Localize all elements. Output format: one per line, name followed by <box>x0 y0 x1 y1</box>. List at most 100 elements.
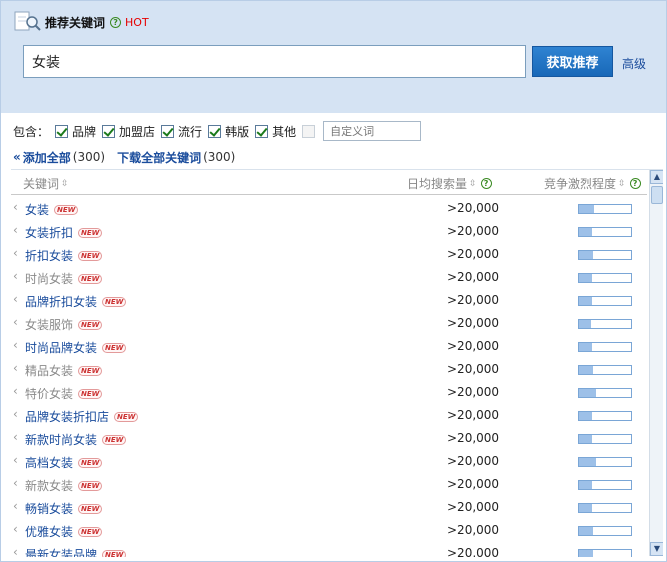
keyword-text[interactable]: 时尚品牌女装 <box>25 339 97 356</box>
chevron-left-icon[interactable]: ‹ <box>13 384 18 398</box>
keyword-search-icon <box>13 11 43 33</box>
chevron-left-icon[interactable]: ‹ <box>13 269 18 283</box>
competition-bar-fill <box>579 297 592 305</box>
chevron-left-icon[interactable]: ‹ <box>13 223 18 237</box>
table-row[interactable]: ‹ 时尚女装 NEW >20,000 <box>11 265 647 288</box>
competition-bar-fill <box>579 228 592 236</box>
keyword-cell: 时尚品牌女装 NEW <box>25 339 127 356</box>
keyword-text[interactable]: 精品女装 <box>25 362 73 379</box>
chevron-left-icon[interactable]: ‹ <box>13 407 18 421</box>
filter-option-label: 加盟店 <box>119 124 156 139</box>
scroll-up-icon[interactable]: ▲ <box>650 170 663 184</box>
help-icon[interactable]: ? <box>110 16 122 28</box>
column-daily-volume[interactable]: 日均搜索量 ⇳ ? <box>407 175 492 192</box>
table-row[interactable]: ‹ 畅销女装 NEW >20,000 <box>11 495 647 518</box>
custom-word-input[interactable] <box>323 121 422 141</box>
daily-volume-value: >20,000 <box>447 316 500 330</box>
keyword-text[interactable]: 新款时尚女装 <box>25 431 97 448</box>
filter-brand-checkbox[interactable]: 品牌 <box>55 123 96 140</box>
daily-volume-value: >20,000 <box>447 500 500 514</box>
keyword-text[interactable]: 女装服饰 <box>25 316 73 333</box>
chevron-left-icon[interactable]: ‹ <box>13 499 18 513</box>
chevron-left-icon[interactable]: ‹ <box>13 315 18 329</box>
keyword-cell: 女装折扣 NEW <box>25 224 103 241</box>
custom-word-checkbox[interactable] <box>302 124 316 138</box>
vertical-scrollbar[interactable]: ▲ ▼ <box>649 170 663 556</box>
table-row[interactable]: ‹ 时尚品牌女装 NEW >20,000 <box>11 334 647 357</box>
download-all-count: (300) <box>203 150 236 164</box>
table-row[interactable]: ‹ 精品女装 NEW >20,000 <box>11 357 647 380</box>
table-row[interactable]: ‹ 新款时尚女装 NEW >20,000 <box>11 426 647 449</box>
keyword-text[interactable]: 优雅女装 <box>25 523 73 540</box>
filter-trend-checkbox[interactable]: 流行 <box>161 123 202 140</box>
competition-bar <box>578 204 632 214</box>
add-all-link[interactable]: 添加全部 <box>23 149 71 166</box>
keyword-text[interactable]: 时尚女装 <box>25 270 73 287</box>
competition-bar <box>578 526 632 536</box>
chevron-left-icon[interactable]: ‹ <box>13 292 18 306</box>
new-badge: NEW <box>78 227 103 238</box>
chevron-left-icon[interactable]: ‹ <box>13 246 18 260</box>
keyword-text[interactable]: 畅销女装 <box>25 500 73 517</box>
chevron-left-icon[interactable]: ‹ <box>13 522 18 536</box>
panel-title: 推荐关键词 ? HOT <box>13 11 149 33</box>
keyword-text[interactable]: 特价女装 <box>25 385 73 402</box>
new-badge: NEW <box>102 434 127 445</box>
help-icon[interactable]: ? <box>629 178 641 189</box>
download-all-link[interactable]: 下载全部关键词 <box>117 149 201 166</box>
chevron-left-icon[interactable]: ‹ <box>13 476 18 490</box>
filter-other-checkbox[interactable]: 其他 <box>255 123 296 140</box>
table-body: ‹ 女装 NEW >20,000 ‹ 女装折扣 NEW >20,000 ‹ 折扣女装 NEW >20,… <box>11 196 647 557</box>
keyword-text[interactable]: 女装 <box>25 201 49 218</box>
table-row[interactable]: ‹ 女装折扣 NEW >20,000 <box>11 219 647 242</box>
chevron-left-icon[interactable]: ‹ <box>13 430 18 444</box>
table-row[interactable]: ‹ 最新女装品牌 NEW >20,000 <box>11 541 647 557</box>
table-row[interactable]: ‹ 高档女装 NEW >20,000 <box>11 449 647 472</box>
keyword-text[interactable]: 新款女装 <box>25 477 73 494</box>
keyword-search-input[interactable] <box>23 45 526 78</box>
chevron-left-icon[interactable]: ‹ <box>13 453 18 467</box>
new-badge: NEW <box>54 204 79 215</box>
column-competition[interactable]: 竞争激烈程度 ⇳ ? <box>544 175 641 192</box>
chevron-left-icon[interactable]: ‹ <box>13 338 18 352</box>
bulk-actions: « 添加全部 (300) 下载全部关键词 (300) <box>13 149 235 165</box>
new-badge: NEW <box>78 480 103 491</box>
advanced-link[interactable]: 高级 <box>622 55 646 72</box>
chevron-left-icon[interactable]: ‹ <box>13 545 18 557</box>
table-row[interactable]: ‹ 女装 NEW >20,000 <box>11 196 647 219</box>
table-row[interactable]: ‹ 女装服饰 NEW >20,000 <box>11 311 647 334</box>
daily-volume-value: >20,000 <box>447 270 500 284</box>
keyword-table: 关键词 ⇳ 日均搜索量 ⇳ ? 竞争激烈程度 ⇳ ? ‹ 女装 NEW >20,000… <box>11 169 663 557</box>
filter-franchise-checkbox[interactable]: 加盟店 <box>102 123 155 140</box>
table-row[interactable]: ‹ 折扣女装 NEW >20,000 <box>11 242 647 265</box>
checkbox-checked-icon <box>208 124 222 138</box>
table-row[interactable]: ‹ 品牌折扣女装 NEW >20,000 <box>11 288 647 311</box>
chevron-left-icon[interactable]: ‹ <box>13 200 18 214</box>
keyword-text[interactable]: 折扣女装 <box>25 247 73 264</box>
keyword-cell: 精品女装 NEW <box>25 362 103 379</box>
get-recommendations-button[interactable]: 获取推荐 <box>532 46 613 77</box>
table-row[interactable]: ‹ 新款女装 NEW >20,000 <box>11 472 647 495</box>
filter-korean-checkbox[interactable]: 韩版 <box>208 123 249 140</box>
column-keyword[interactable]: 关键词 ⇳ <box>23 175 69 192</box>
keyword-text[interactable]: 品牌女装折扣店 <box>25 408 109 425</box>
table-row[interactable]: ‹ 优雅女装 NEW >20,000 <box>11 518 647 541</box>
scroll-thumb[interactable] <box>651 186 663 204</box>
scroll-down-icon[interactable]: ▼ <box>650 542 663 556</box>
table-row[interactable]: ‹ 特价女装 NEW >20,000 <box>11 380 647 403</box>
keyword-text[interactable]: 最新女装品牌 <box>25 546 97 557</box>
competition-bar <box>578 434 632 444</box>
keyword-text[interactable]: 高档女装 <box>25 454 73 471</box>
table-row[interactable]: ‹ 品牌女装折扣店 NEW >20,000 <box>11 403 647 426</box>
keyword-text[interactable]: 品牌折扣女装 <box>25 293 97 310</box>
keyword-cell: 女装 NEW <box>25 201 79 218</box>
keyword-cell: 特价女装 NEW <box>25 385 103 402</box>
help-icon[interactable]: ? <box>480 178 492 189</box>
keyword-cell: 畅销女装 NEW <box>25 500 103 517</box>
competition-bar <box>578 273 632 283</box>
new-badge: NEW <box>102 549 127 557</box>
keyword-text[interactable]: 女装折扣 <box>25 224 73 241</box>
filter-option-label: 其他 <box>272 124 297 139</box>
chevron-left-icon[interactable]: ‹ <box>13 361 18 375</box>
competition-bar-fill <box>579 251 593 259</box>
